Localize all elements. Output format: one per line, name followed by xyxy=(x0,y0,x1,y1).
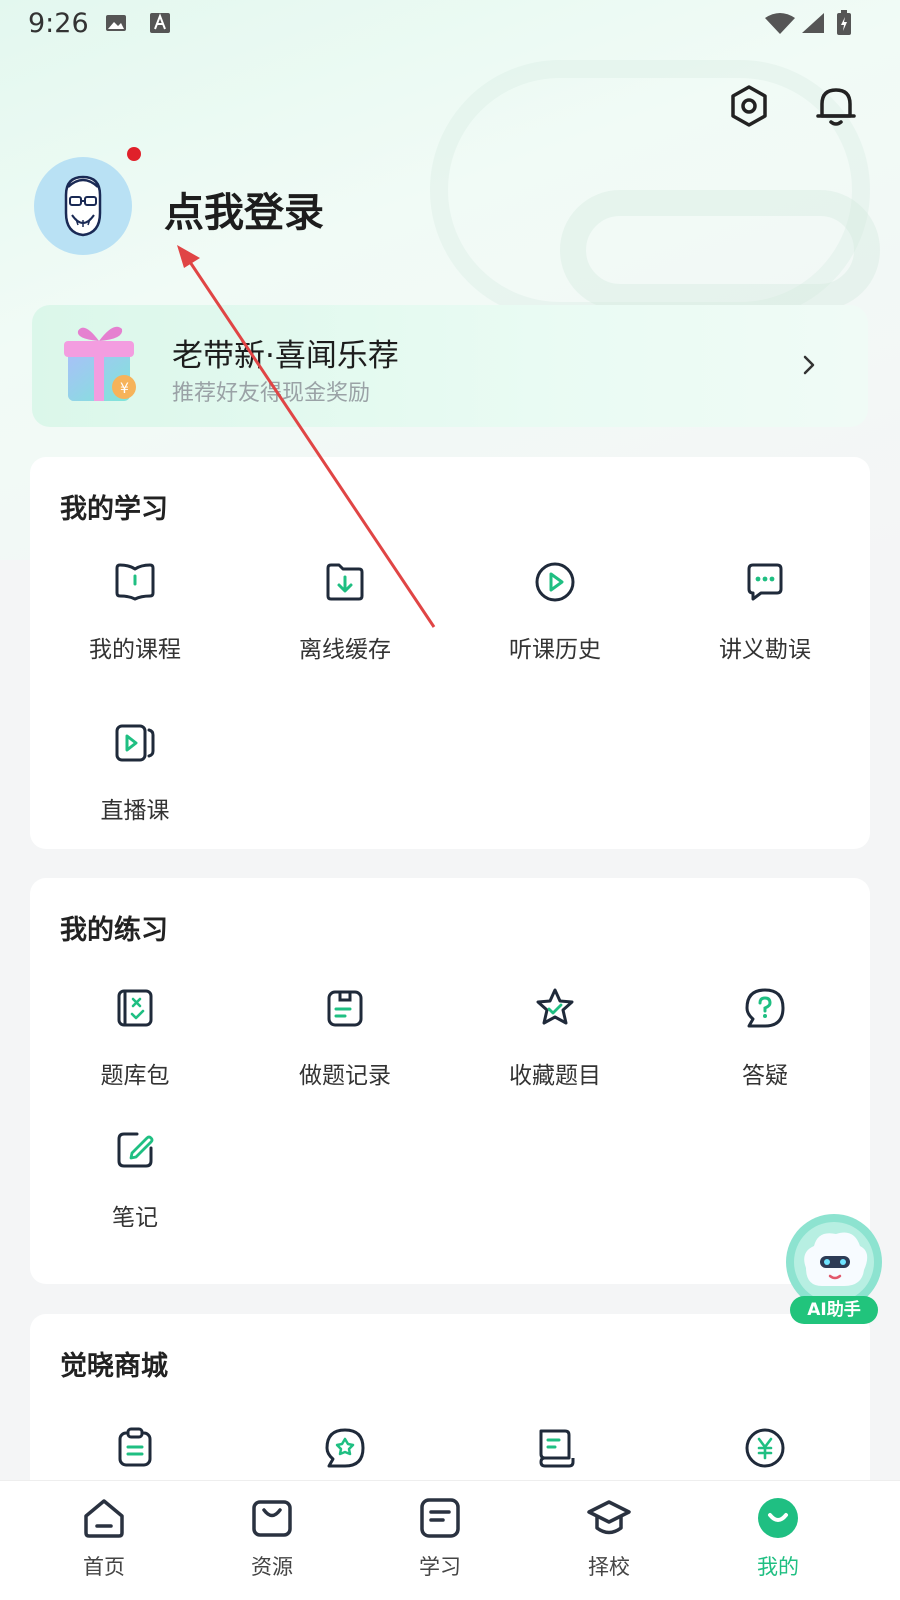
star-icon xyxy=(536,988,574,1025)
study-item-label: 直播课 xyxy=(100,798,170,824)
nav-resources[interactable]: 资源 xyxy=(186,1481,358,1600)
study-item-courses[interactable]: 我的课程 xyxy=(30,560,240,680)
study-item-live[interactable]: 直播课 xyxy=(30,721,240,841)
login-button[interactable]: 点我登录 xyxy=(164,180,324,238)
practice-item-label: 收藏题目 xyxy=(509,1063,601,1089)
status-bar: 9:26 xyxy=(0,0,900,50)
study-item-label: 讲义勘误 xyxy=(719,637,811,663)
wifi-icon xyxy=(765,13,795,34)
study-card: 我的学习 我的课程 离线缓存 听课历史 讲义勘误 直播课 xyxy=(30,457,870,849)
practice-item-label: 答疑 xyxy=(742,1063,788,1089)
download-folder-icon xyxy=(326,563,364,601)
notification-dot xyxy=(127,147,141,161)
practice-item-records[interactable]: 做题记录 xyxy=(240,986,450,1106)
avatar-face-icon xyxy=(64,175,102,237)
text-notification-icon xyxy=(150,13,170,33)
referral-banner[interactable]: ¥ 老带新·喜闻乐荐 推荐好友得现金奖励 xyxy=(32,305,868,427)
nav-label: 学习 xyxy=(419,1555,461,1579)
live-video-icon xyxy=(115,724,155,762)
study-item-label: 我的课程 xyxy=(89,637,181,663)
chat-dots-icon xyxy=(747,563,783,601)
yen-coin-icon xyxy=(745,1428,785,1468)
question-bubble-icon xyxy=(745,988,785,1028)
record-icon xyxy=(327,990,363,1027)
practice-item-label: 做题记录 xyxy=(299,1063,391,1089)
study-item-history[interactable]: 听课历史 xyxy=(450,560,660,680)
gift-box-icon: ¥ xyxy=(64,326,136,401)
nav-label: 首页 xyxy=(83,1555,125,1579)
practice-item-label: 题库包 xyxy=(100,1063,170,1089)
study-icon xyxy=(420,1498,460,1538)
question-bank-icon xyxy=(117,989,153,1027)
mall-section-title: 觉晓商城 xyxy=(60,1351,168,1382)
nav-profile[interactable]: 我的 xyxy=(692,1481,864,1600)
scroll-icon xyxy=(539,1429,575,1468)
study-section-title: 我的学习 xyxy=(60,494,168,525)
nav-study[interactable]: 学习 xyxy=(354,1481,526,1600)
practice-item-label: 笔记 xyxy=(112,1205,158,1231)
nav-label: 资源 xyxy=(251,1555,293,1579)
practice-item-notes[interactable]: 笔记 xyxy=(30,1128,240,1248)
practice-item-question-bank[interactable]: 题库包 xyxy=(30,986,240,1106)
clipboard-icon xyxy=(118,1427,152,1467)
nav-label: 我的 xyxy=(757,1555,799,1579)
battery-icon xyxy=(837,10,851,35)
play-circle-icon xyxy=(535,562,575,602)
study-item-offline-cache[interactable]: 离线缓存 xyxy=(240,560,450,680)
home-icon xyxy=(84,1499,124,1538)
bag-icon xyxy=(252,1500,292,1537)
signal-icon xyxy=(802,13,824,33)
nav-home[interactable]: 首页 xyxy=(18,1481,190,1600)
practice-item-qa[interactable]: 答疑 xyxy=(660,986,870,1106)
study-item-label: 离线缓存 xyxy=(299,637,391,663)
graduation-cap-icon xyxy=(587,1500,631,1535)
book-icon xyxy=(115,563,155,601)
note-edit-icon xyxy=(117,1132,154,1168)
status-time: 9:26 xyxy=(28,8,89,39)
watermark-shape xyxy=(560,190,880,310)
practice-card: 我的练习 题库包 做题记录 收藏题目 答疑 笔记 xyxy=(30,878,870,1284)
image-notification-icon xyxy=(106,15,126,31)
settings-icon[interactable] xyxy=(725,82,773,130)
referral-subtitle: 推荐好友得现金奖励 xyxy=(172,381,371,406)
profile-icon xyxy=(758,1498,798,1538)
chat-badge-icon xyxy=(325,1428,365,1468)
practice-section-title: 我的练习 xyxy=(60,915,168,946)
ai-helper-label: AI助手 xyxy=(790,1296,878,1324)
ai-helper-button[interactable]: AI助手 xyxy=(784,1212,884,1332)
study-item-label: 听课历史 xyxy=(509,637,601,663)
referral-title: 老带新·喜闻乐荐 xyxy=(172,338,399,374)
practice-item-favorites[interactable]: 收藏题目 xyxy=(450,986,660,1106)
chevron-right-icon xyxy=(803,355,815,375)
study-item-errata[interactable]: 讲义勘误 xyxy=(660,560,870,680)
nav-label: 择校 xyxy=(588,1555,630,1579)
svg-text:¥: ¥ xyxy=(120,381,129,397)
bell-icon[interactable] xyxy=(812,82,860,130)
bottom-nav: 首页 资源 学习 择校 我的 xyxy=(0,1480,900,1600)
nav-school[interactable]: 择校 xyxy=(523,1481,695,1600)
avatar[interactable] xyxy=(34,157,132,255)
